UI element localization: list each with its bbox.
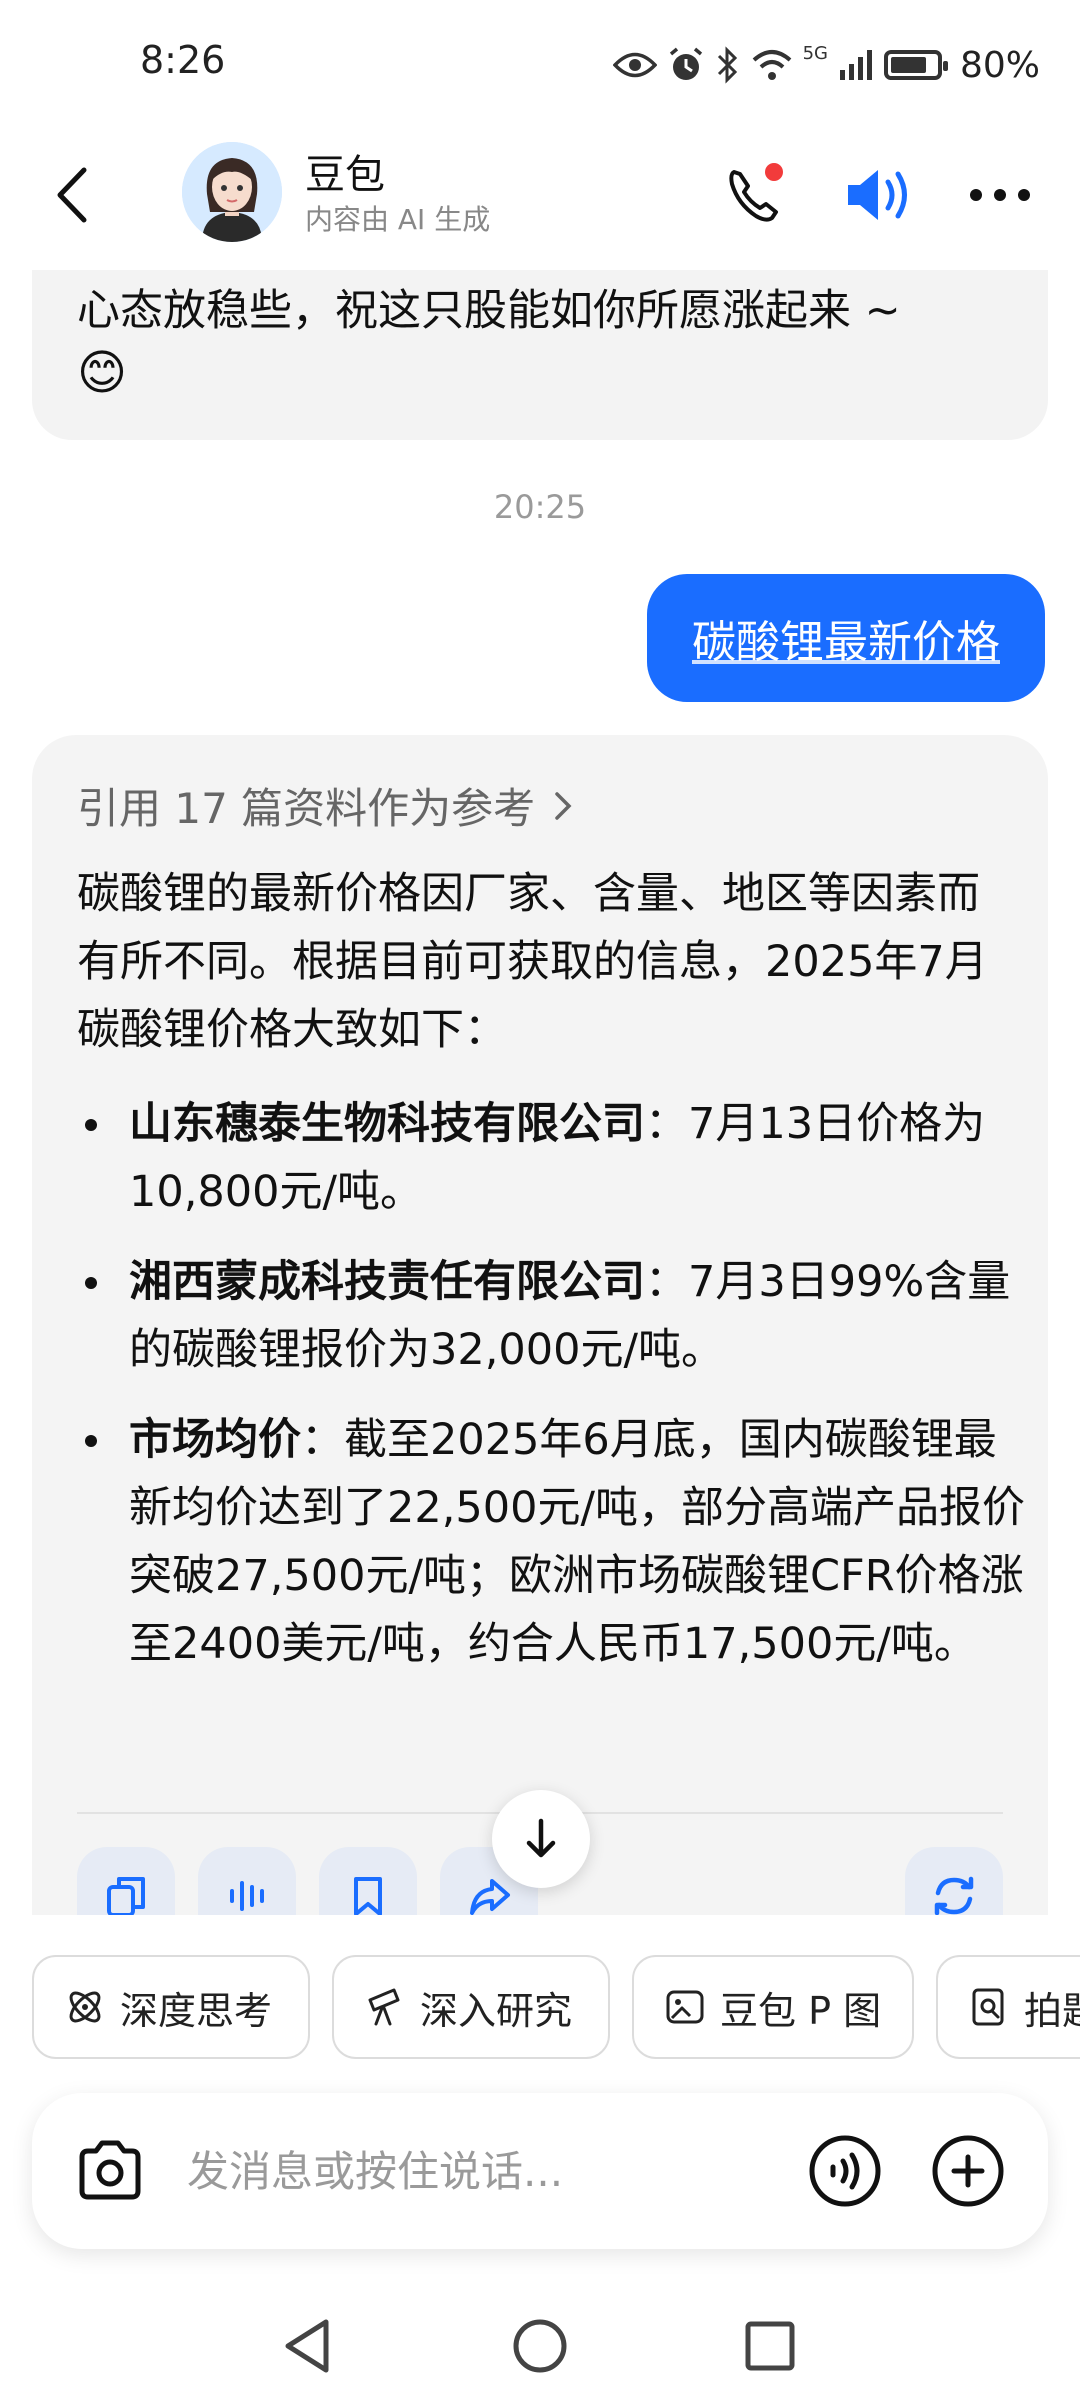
user-message-text[interactable]: 碳酸锂最新价格	[692, 606, 1000, 670]
share-icon	[470, 1879, 510, 1915]
chip-deep-research[interactable]: 深入研究	[332, 1955, 610, 2059]
list-item: 山东穗泰生物科技有限公司：7月13日价格为10,800元/吨。	[77, 1090, 1027, 1226]
previous-reply-text: 心态放稳些，祝这只股能如你所愿涨起来 ~	[77, 286, 901, 336]
avatar[interactable]	[182, 142, 282, 242]
telescope-icon	[368, 1988, 400, 2026]
arrow-down-icon	[526, 1818, 556, 1858]
alarm-icon	[669, 47, 702, 80]
back-icon[interactable]	[40, 160, 110, 230]
copy-button[interactable]	[77, 1847, 175, 1915]
phone-call-icon[interactable]	[720, 160, 790, 230]
chevron-right-icon	[555, 791, 572, 820]
quick-action-chips: 深度思考 深入研究 豆包 P 图 拍题	[0, 1955, 1080, 2059]
avatar-portrait-icon	[182, 142, 282, 242]
status-time: 8:26	[140, 38, 226, 82]
atom-icon	[69, 1991, 101, 2023]
smile-emoji: 😊	[77, 345, 128, 401]
bookmark-icon	[354, 1877, 382, 1915]
read-aloud-button[interactable]	[198, 1847, 296, 1915]
nav-back-icon[interactable]	[274, 2310, 346, 2382]
image-edit-icon	[666, 1990, 704, 2024]
list-item-title: 山东穗泰生物科技有限公司	[129, 1099, 645, 1149]
camera-icon[interactable]	[72, 2133, 148, 2209]
chip-deep-thinking[interactable]: 深度思考	[32, 1955, 310, 2059]
message-input[interactable]	[187, 2133, 787, 2209]
chat-header: 豆包 内容由 AI 生成	[0, 130, 1080, 270]
message-input-bar	[32, 2093, 1048, 2249]
price-list: 山东穗泰生物科技有限公司：7月13日价格为10,800元/吨。 湘西蒙成科技责任…	[77, 1090, 1027, 1700]
chip-label: 拍题	[1024, 1988, 1080, 2033]
nav-recents-icon[interactable]	[734, 2310, 806, 2382]
list-item-title: 湘西蒙成科技责任有限公司	[129, 1257, 645, 1307]
speaker-icon[interactable]	[840, 158, 920, 232]
previous-ai-bubble: 心态放稳些，祝这只股能如你所愿涨起来 ~ 😊	[32, 270, 1048, 440]
copy-icon	[107, 1877, 145, 1915]
battery-icon	[883, 50, 948, 80]
status-bar: 8:26 5G 80%	[0, 0, 1080, 130]
signal-icon	[839, 50, 872, 80]
plus-icon[interactable]	[930, 2133, 1006, 2209]
nav-home-icon[interactable]	[504, 2310, 576, 2382]
audio-wave-icon	[230, 1881, 264, 1911]
eye-icon	[612, 52, 657, 78]
bot-name: 豆包	[305, 152, 385, 198]
chip-photo-question[interactable]: 拍题	[936, 1955, 1080, 2059]
chip-label: 深入研究	[420, 1988, 573, 2033]
references-link[interactable]: 引用 17 篇资料作为参考	[77, 775, 575, 836]
ai-reply-card: 引用 17 篇资料作为参考 碳酸锂的最新价格因厂家、含量、地区等因素而有所不同。…	[32, 735, 1048, 1915]
list-item: 市场均价：截至2025年6月底，国内碳酸锂最新均价达到了22,500元/吨，部分…	[77, 1406, 1027, 1678]
voice-input-icon[interactable]	[807, 2133, 883, 2209]
user-message-bubble[interactable]: 碳酸锂最新价格	[647, 574, 1045, 702]
references-label[interactable]: 引用 17 篇资料作为参考	[77, 775, 535, 836]
bookmark-button[interactable]	[319, 1847, 417, 1915]
list-item: 湘西蒙成科技责任有限公司：7月3日99%含量的碳酸锂报价为32,000元/吨。	[77, 1248, 1027, 1384]
refresh-icon	[934, 1876, 974, 1915]
wifi-icon	[752, 50, 791, 80]
chat-messages[interactable]: 心态放稳些，祝这只股能如你所愿涨起来 ~ 😊 20:25 碳酸锂最新价格 引用 …	[0, 270, 1080, 1915]
chip-label: 深度思考	[120, 1988, 273, 2033]
reply-intro: 碳酸锂的最新价格因厂家、含量、地区等因素而有所不同。根据目前可获取的信息，202…	[77, 869, 988, 1055]
status-icons: 5G 80%	[612, 40, 1040, 90]
network-type: 5G	[802, 42, 828, 64]
chip-label: 豆包 P 图	[720, 1988, 882, 2033]
ai-generated-label: 内容由 AI 生成	[305, 203, 491, 236]
battery-percent: 80%	[959, 44, 1040, 86]
list-item-title: 市场均价	[129, 1415, 301, 1465]
scan-search-icon	[972, 1988, 1004, 2026]
bluetooth-icon	[717, 46, 737, 84]
scroll-to-bottom-button[interactable]	[492, 1790, 590, 1888]
system-nav-bar	[0, 2290, 1080, 2400]
more-options-icon[interactable]	[960, 160, 1040, 230]
regenerate-button[interactable]	[905, 1847, 1003, 1915]
chip-photo-edit[interactable]: 豆包 P 图	[632, 1955, 914, 2059]
message-timestamp: 20:25	[493, 488, 587, 526]
